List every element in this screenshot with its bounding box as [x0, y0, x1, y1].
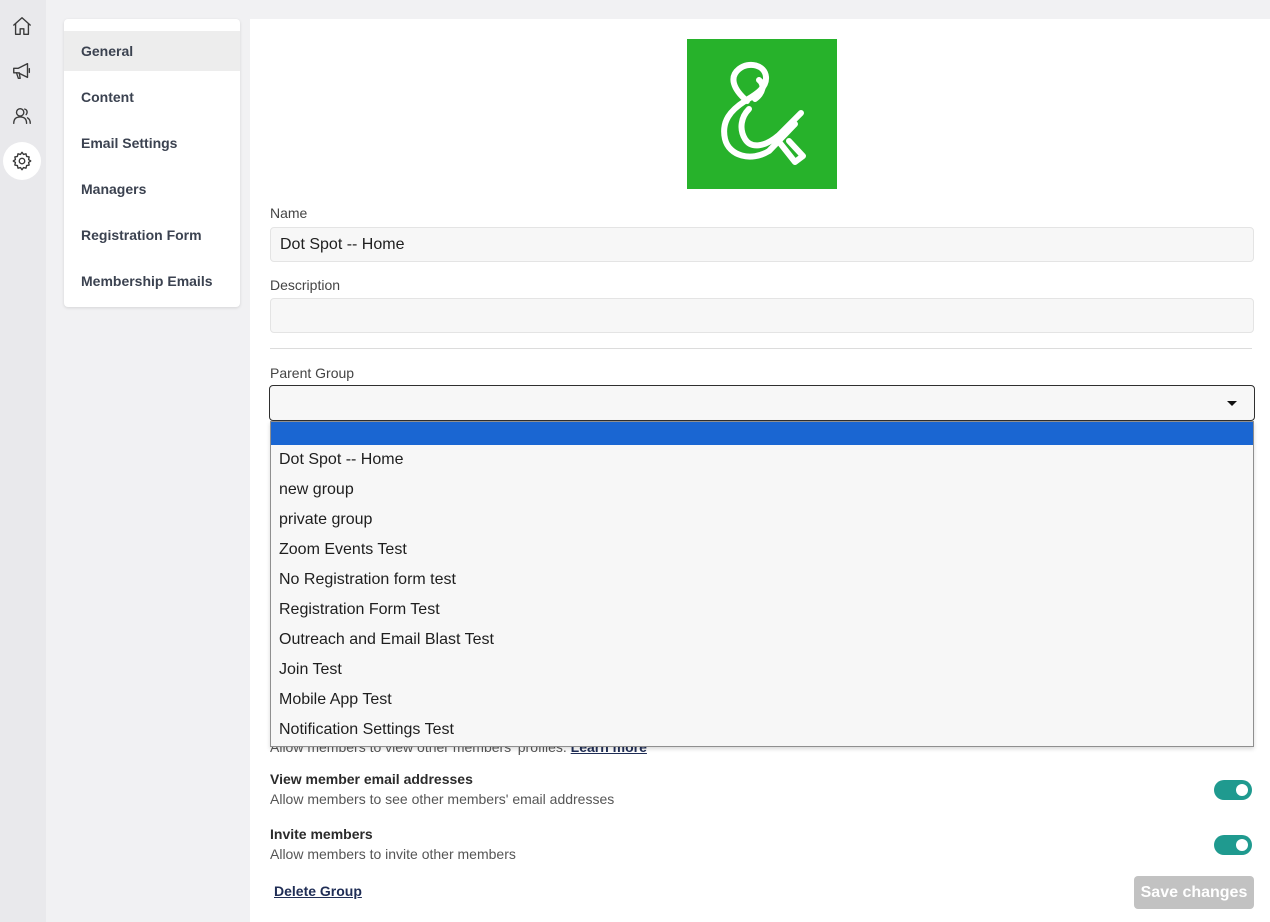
gear-icon: [12, 151, 32, 171]
invite-members-toggle[interactable]: [1214, 835, 1252, 855]
home-button[interactable]: [3, 7, 41, 45]
home-icon: [13, 17, 31, 35]
subnav-item-general[interactable]: General: [64, 31, 240, 71]
dropdown-option[interactable]: No Registration form test: [271, 565, 1253, 595]
settings-subnav: General Content Email Settings Managers …: [64, 19, 240, 307]
section-divider: [270, 348, 1252, 349]
dropdown-option[interactable]: new group: [271, 475, 1253, 505]
users-icon: [13, 107, 31, 125]
dropdown-option[interactable]: Dot Spot -- Home: [271, 445, 1253, 475]
view-emails-description: Allow members to see other members' emai…: [270, 791, 615, 807]
subnav-item-registration-form[interactable]: Registration Form: [64, 215, 240, 255]
subnav-item-managers[interactable]: Managers: [64, 169, 240, 209]
invite-members-description: Allow members to invite other members: [270, 846, 516, 862]
ampersand-logo-icon: [721, 61, 806, 165]
settings-button[interactable]: [3, 142, 41, 180]
subnav-item-email-settings[interactable]: Email Settings: [64, 123, 240, 163]
save-changes-button[interactable]: Save changes: [1134, 876, 1254, 909]
toggle-knob: [1236, 784, 1248, 796]
name-input[interactable]: [270, 227, 1254, 262]
announcements-button[interactable]: [3, 52, 41, 90]
caret-down-icon: [1227, 401, 1237, 406]
dropdown-option[interactable]: Zoom Events Test: [271, 535, 1253, 565]
subnav-item-content[interactable]: Content: [64, 77, 240, 117]
delete-group-link[interactable]: Delete Group: [274, 883, 362, 899]
dropdown-option[interactable]: Registration Form Test: [271, 595, 1253, 625]
group-logo[interactable]: [687, 39, 837, 189]
parent-group-select[interactable]: [269, 385, 1255, 421]
general-settings-panel: Name Description Parent Group Allow memb…: [250, 19, 1270, 922]
dropdown-option[interactable]: Outreach and Email Blast Test: [271, 625, 1253, 655]
dropdown-option-empty[interactable]: [271, 422, 1253, 445]
view-emails-title: View member email addresses: [270, 771, 473, 787]
app-rail: [0, 0, 46, 922]
dropdown-option[interactable]: private group: [271, 505, 1253, 535]
name-label: Name: [270, 205, 308, 221]
toggle-knob: [1236, 839, 1248, 851]
description-label: Description: [270, 277, 341, 293]
members-button[interactable]: [3, 97, 41, 135]
dropdown-option[interactable]: Notification Settings Test: [271, 715, 1253, 745]
dropdown-option[interactable]: Join Test: [271, 655, 1253, 685]
dropdown-option[interactable]: Mobile App Test: [271, 685, 1253, 715]
megaphone-icon: [13, 62, 31, 80]
description-input[interactable]: [270, 298, 1254, 333]
invite-members-title: Invite members: [270, 826, 373, 842]
subnav-item-membership-emails[interactable]: Membership Emails: [64, 261, 240, 301]
parent-group-dropdown: Dot Spot -- Home new group private group…: [270, 421, 1254, 747]
view-emails-toggle[interactable]: [1214, 780, 1252, 800]
parent-group-label: Parent Group: [270, 365, 355, 381]
